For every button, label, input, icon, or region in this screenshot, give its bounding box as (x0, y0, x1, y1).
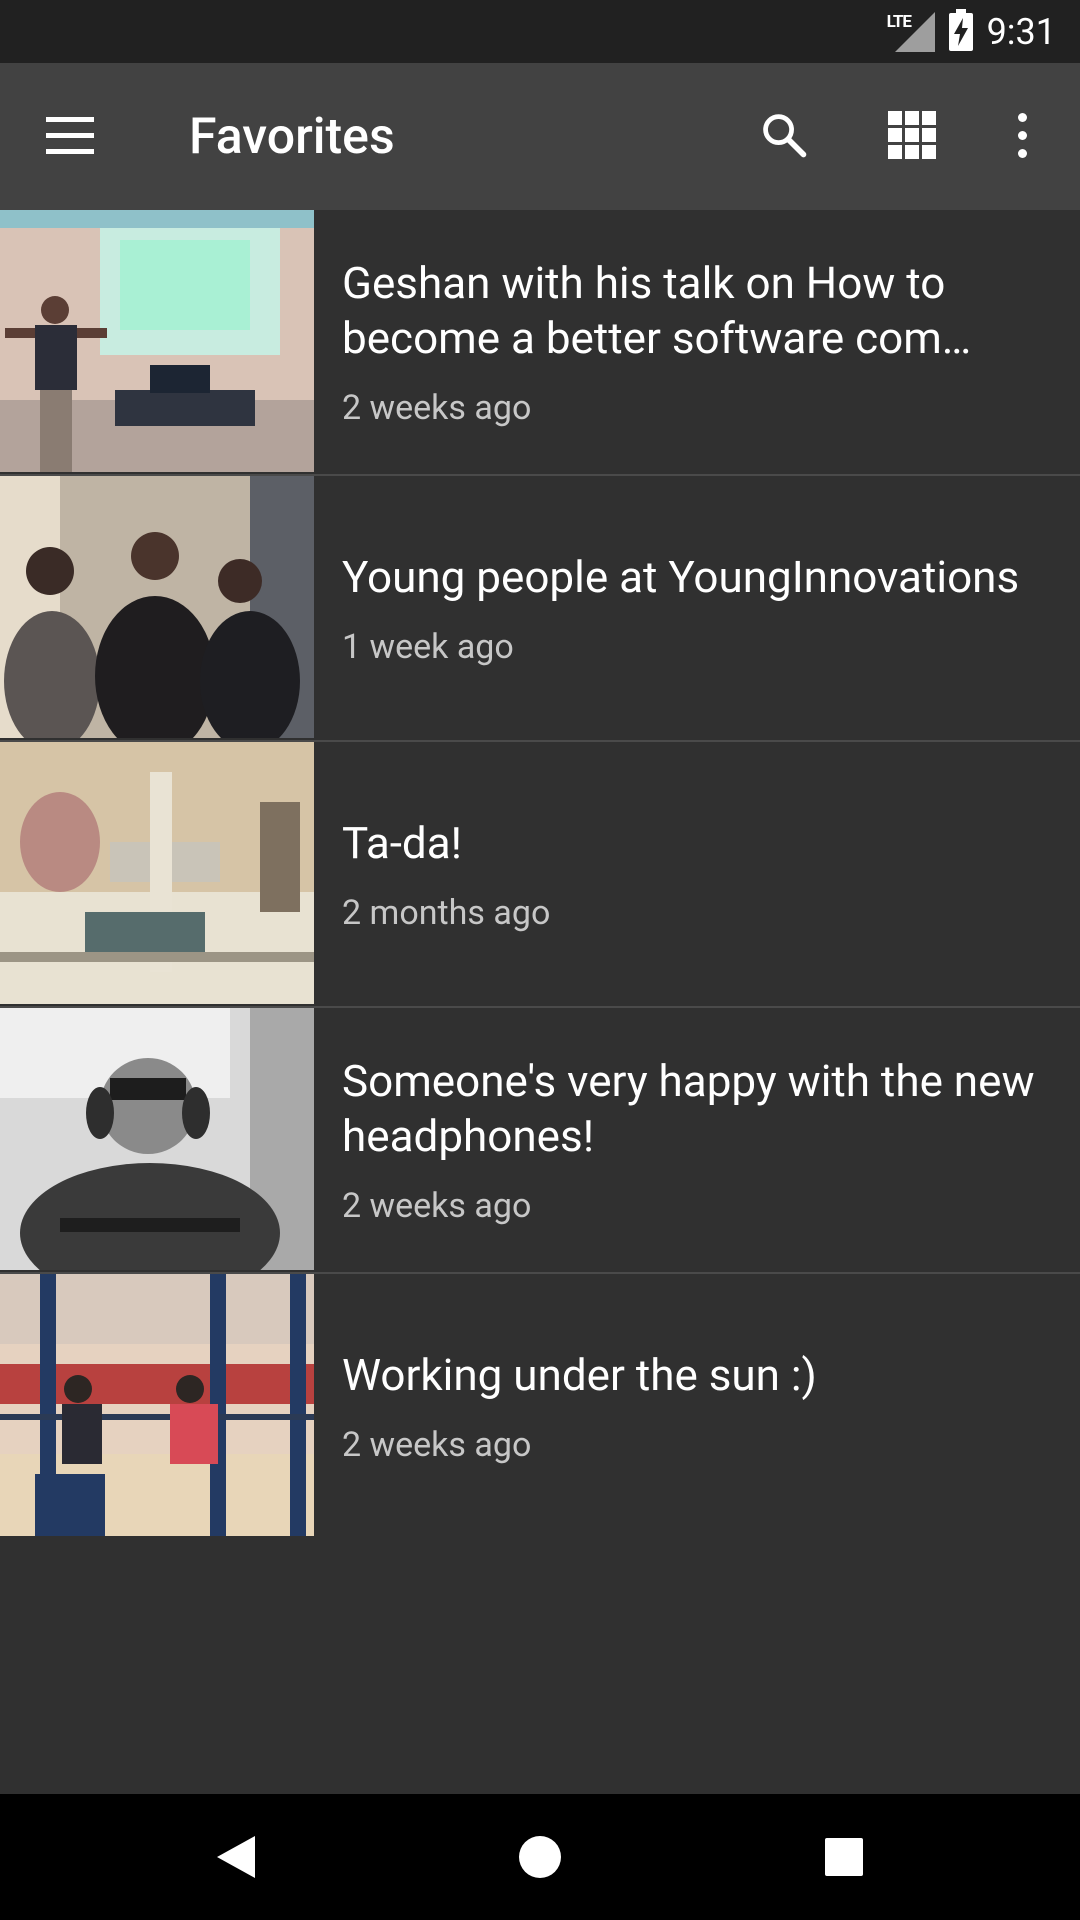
item-title: Working under the sun :) (342, 1348, 817, 1401)
clock: 9:31 (986, 10, 1056, 53)
app-toolbar: Favorites (0, 63, 1080, 210)
list-item[interactable]: Young people at YoungInnovations 1 week … (0, 476, 1080, 742)
item-title: Someone's very happy with the new headph… (342, 1055, 1035, 1162)
search-icon (763, 114, 807, 158)
search-button[interactable] (752, 103, 816, 167)
item-timestamp: 2 months ago (342, 892, 551, 933)
item-text: Someone's very happy with the new headph… (342, 1008, 1068, 1272)
list-item[interactable]: Someone's very happy with the new headph… (0, 1008, 1080, 1274)
thumbnail-image (0, 1008, 314, 1270)
thumbnail-image (0, 742, 314, 1004)
thumbnail-image (0, 210, 314, 472)
system-nav-bar (0, 1794, 1080, 1920)
battery-charging-icon (948, 8, 973, 51)
list-item[interactable]: Ta-da! 2 months ago (0, 742, 1080, 1008)
recents-icon (825, 1838, 863, 1876)
item-title: Ta-da! (342, 816, 463, 869)
home-button[interactable] (507, 1824, 573, 1890)
item-text: Ta-da! 2 months ago (342, 742, 1068, 1006)
back-button[interactable] (203, 1824, 269, 1890)
item-title: Geshan with his talk on How to become a … (342, 257, 972, 364)
favorites-list: Geshan with his talk on How to become a … (0, 210, 1080, 1538)
status-icons: LTE 9:31 (887, 0, 1056, 63)
list-item[interactable]: Geshan with his talk on How to become a … (0, 210, 1080, 476)
recents-button[interactable] (811, 1824, 877, 1890)
item-timestamp: 2 weeks ago (342, 1424, 532, 1465)
item-timestamp: 2 weeks ago (342, 1186, 532, 1226)
grid-view-button[interactable] (880, 103, 944, 167)
more-vert-icon (1017, 112, 1027, 158)
status-bar: LTE 9:31 (0, 0, 1080, 63)
menu-icon (46, 117, 94, 155)
item-text: Working under the sun :) 2 weeks ago (342, 1274, 1068, 1538)
menu-button[interactable] (42, 108, 98, 164)
back-icon (217, 1836, 255, 1878)
thumbnail-image (0, 1274, 314, 1536)
item-timestamp: 2 weeks ago (342, 388, 532, 428)
item-timestamp: 1 week ago (342, 626, 514, 667)
more-options-button[interactable] (990, 103, 1054, 167)
page-title: Favorites (189, 108, 395, 166)
grid-view-icon (888, 111, 936, 159)
list-item[interactable]: Working under the sun :) 2 weeks ago (0, 1274, 1080, 1538)
home-icon (519, 1836, 561, 1878)
item-text: Young people at YoungInnovations 1 week … (342, 476, 1068, 740)
thumbnail-image (0, 476, 314, 738)
item-title: Young people at YoungInnovations (342, 550, 1020, 603)
signal-icon: LTE (887, 11, 935, 52)
item-text: Geshan with his talk on How to become a … (342, 210, 1068, 474)
